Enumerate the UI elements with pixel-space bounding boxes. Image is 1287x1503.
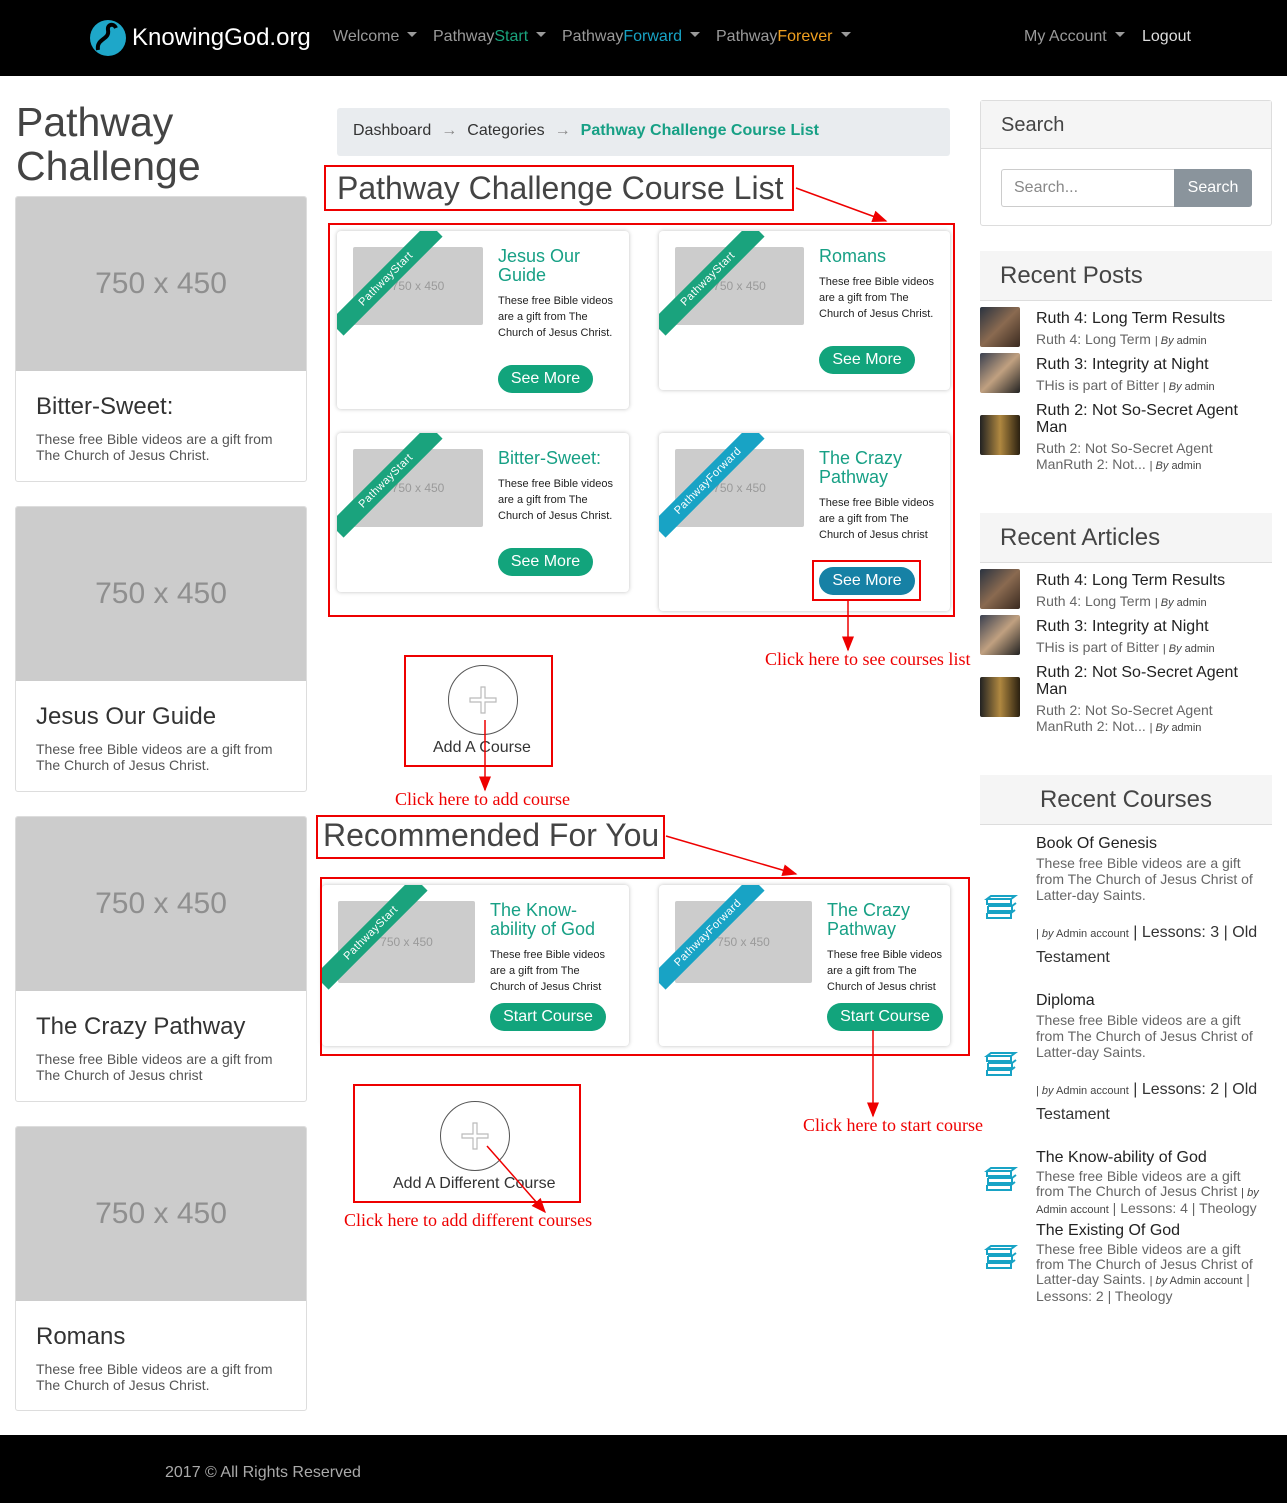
recent-posts-title: Recent Posts (980, 251, 1272, 301)
course-lessons: Lessons: 4 (1120, 1200, 1188, 1216)
article-meta: THis is part of Bitter | By admin (1036, 639, 1215, 655)
course-item-title[interactable]: Diploma (1036, 992, 1272, 1009)
article-thumbnail (980, 677, 1020, 717)
course-lessons: Lessons: 3 (1141, 924, 1220, 941)
annotation-start-course: Click here to start course (803, 1115, 983, 1135)
books-icon (984, 1052, 1018, 1076)
post-title[interactable]: Ruth 3: Integrity at Night (1036, 356, 1272, 373)
post-meta: Ruth 4: Long Term | By admin (1036, 331, 1207, 347)
article-title[interactable]: Ruth 4: Long Term Results (1036, 572, 1272, 589)
copyright-text: 2017 © All Rights Reserved (165, 1464, 361, 1481)
post-excerpt: Ruth 4: Long Term (1036, 331, 1151, 347)
post-excerpt: THis is part of Bitter (1036, 377, 1159, 393)
post-author[interactable]: admin (1177, 335, 1207, 347)
recent-posts-panel: Recent Posts Ruth 4: Long Term Results R… (980, 251, 1272, 481)
course-lessons: Lessons: 2 (1036, 1288, 1104, 1304)
course-item-desc: These free Bible videos are a gift from … (1036, 1168, 1259, 1217)
course-item-meta: | by Admin account | Lessons: 2 | Old Te… (1036, 1081, 1258, 1123)
post-by: By (1168, 381, 1182, 393)
course-by: by (1155, 1275, 1168, 1287)
course-author[interactable]: Admin account (1036, 1204, 1109, 1216)
post-by: By (1160, 335, 1174, 347)
course-item-desc: These free Bible videos are a gift from … (1036, 1012, 1253, 1060)
course-category[interactable]: Theology (1115, 1288, 1173, 1304)
post-thumbnail (980, 353, 1020, 393)
course-author[interactable]: Admin account (1056, 928, 1129, 940)
course-item-desc: These free Bible videos are a gift from … (1036, 855, 1253, 903)
post-meta: THis is part of Bitter | By admin (1036, 377, 1215, 393)
post-author[interactable]: admin (1171, 460, 1201, 472)
course-lessons: Lessons: 2 (1141, 1081, 1220, 1098)
article-by: By (1168, 643, 1182, 655)
course-author[interactable]: Admin account (1056, 1085, 1129, 1097)
annotation-add-course: Click here to add course (395, 789, 570, 809)
article-meta: Ruth 4: Long Term | By admin (1036, 593, 1207, 609)
post-thumbnail (980, 307, 1020, 347)
article-thumbnail (980, 569, 1020, 609)
article-excerpt: THis is part of Bitter (1036, 639, 1159, 655)
books-icon (984, 1167, 1018, 1191)
course-item-desc-text: These free Bible videos are a gift from … (1036, 1168, 1241, 1199)
course-item-desc: These free Bible videos are a gift from … (1036, 1241, 1253, 1304)
course-author[interactable]: Admin account (1170, 1275, 1243, 1287)
search-panel: Search Search... Search (980, 100, 1272, 226)
post-title[interactable]: Ruth 2: Not So-Secret Agent Man (1036, 402, 1272, 436)
recent-courses-title: Recent Courses (980, 775, 1272, 825)
course-item-meta: | by Admin account | Lessons: 3 | Old Te… (1036, 924, 1258, 966)
course-item-title[interactable]: The Existing Of God (1036, 1222, 1272, 1239)
footer: 2017 © All Rights Reserved (0, 1435, 1287, 1503)
post-thumbnail (980, 415, 1020, 455)
post-title[interactable]: Ruth 4: Long Term Results (1036, 310, 1272, 327)
course-by: by (1041, 928, 1054, 940)
post-by: By (1155, 460, 1169, 472)
course-item-title[interactable]: Book Of Genesis (1036, 835, 1272, 852)
annotation-courses-list: Click here to see courses list (765, 649, 971, 669)
search-input[interactable]: Search... (1001, 169, 1175, 207)
post-meta: Ruth 2: Not So-Secret Agent ManRuth 2: N… (1036, 440, 1213, 472)
article-author[interactable]: admin (1177, 597, 1207, 609)
course-by: by (1247, 1187, 1259, 1199)
article-title[interactable]: Ruth 3: Integrity at Night (1036, 618, 1272, 635)
course-by: by (1041, 1085, 1054, 1097)
article-excerpt: Ruth 4: Long Term (1036, 593, 1151, 609)
course-item[interactable]: Book Of Genesis These free Bible videos … (980, 833, 1272, 983)
annotation-add-different: Click here to add different courses (344, 1210, 593, 1230)
article-thumbnail (980, 615, 1020, 655)
course-item-title[interactable]: The Know-ability of God (1036, 1149, 1272, 1166)
article-author[interactable]: admin (1185, 643, 1215, 655)
books-icon (984, 1245, 1018, 1269)
recent-articles-panel: Recent Articles Ruth 4: Long Term Result… (980, 513, 1272, 743)
article-by: By (1155, 722, 1169, 734)
post-author[interactable]: admin (1185, 381, 1215, 393)
article-by: By (1160, 597, 1174, 609)
search-panel-title: Search (981, 101, 1271, 149)
search-button[interactable]: Search (1174, 169, 1252, 207)
course-category[interactable]: Theology (1199, 1200, 1257, 1216)
article-meta: Ruth 2: Not So-Secret Agent ManRuth 2: N… (1036, 702, 1213, 734)
course-item[interactable]: The Existing Of God These free Bible vid… (980, 1220, 1272, 1305)
article-title[interactable]: Ruth 2: Not So-Secret Agent Man (1036, 664, 1272, 698)
article-author[interactable]: admin (1171, 722, 1201, 734)
books-icon (984, 895, 1018, 919)
recent-courses-panel: Recent Courses Book Of Genesis These fre… (980, 775, 1272, 1305)
course-item[interactable]: Diploma These free Bible videos are a gi… (980, 990, 1272, 1140)
recent-articles-title: Recent Articles (980, 513, 1272, 563)
course-item[interactable]: The Know-ability of God These free Bible… (980, 1147, 1272, 1217)
